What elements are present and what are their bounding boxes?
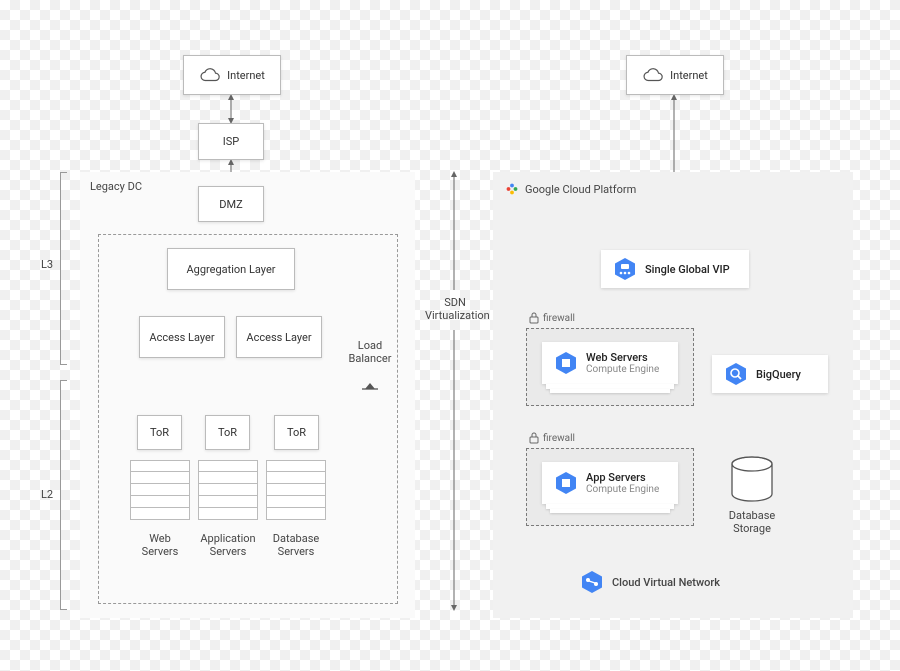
aggregation-box: Aggregation Layer — [167, 248, 295, 290]
firewall2-label: firewall — [543, 433, 575, 444]
web-servers-stack — [130, 460, 190, 520]
tor-2: ToR — [205, 415, 250, 450]
isp-box: ISP — [198, 123, 264, 160]
firewall1-label: firewall — [543, 313, 575, 324]
l2-bracket — [60, 380, 61, 610]
cloud-virtual-network: Cloud Virtual Network — [580, 570, 720, 594]
legacy-dc-label: Legacy DC — [90, 180, 142, 193]
bigquery-label: BigQuery — [756, 368, 801, 381]
firewall-2-header: firewall — [529, 432, 575, 444]
cloud-icon — [199, 67, 221, 83]
aggregation-label: Aggregation Layer — [186, 263, 275, 276]
internet-box-left: Internet — [183, 55, 281, 95]
vip-label: Single Global VIP — [645, 263, 730, 276]
compute-engine-hex-icon — [554, 351, 578, 375]
db-servers-stack — [266, 460, 326, 520]
load-balancer-label: Load Balancer — [340, 339, 400, 365]
web-servers-gcp-stack: Web Servers Compute Engine — [542, 342, 678, 393]
access2-label: Access Layer — [246, 331, 311, 344]
db-storage-group: Database Storage — [722, 456, 782, 535]
gcp-header: Google Cloud Platform — [505, 182, 636, 196]
firewall-1-header: firewall — [529, 312, 575, 324]
tor1-label: ToR — [150, 426, 169, 439]
l3-bracket — [60, 172, 61, 365]
vpc-hex-icon — [580, 570, 604, 594]
tor-3: ToR — [274, 415, 319, 450]
access-layer-2: Access Layer — [236, 316, 322, 358]
web-servers-label: Web Servers — [130, 532, 190, 558]
dmz-box: DMZ — [198, 186, 264, 222]
cvn-label: Cloud Virtual Network — [612, 576, 720, 589]
web-servers-sub: Compute Engine — [586, 364, 659, 375]
dmz-label: DMZ — [219, 198, 242, 211]
internet-right-label: Internet — [670, 69, 708, 82]
compute-engine-hex-icon — [554, 471, 578, 495]
l3-label: L3 — [41, 258, 53, 271]
l2-label: L2 — [41, 488, 53, 501]
database-icon — [727, 456, 777, 504]
sdn-label: SDN Virtualization — [425, 296, 485, 322]
app-servers-gcp-stack: App Servers Compute Engine — [542, 462, 678, 513]
internet-label: Internet — [227, 69, 265, 82]
app-servers-title: App Servers — [586, 471, 646, 484]
load-balancer-group: Load Balancer — [340, 326, 400, 393]
tor2-label: ToR — [218, 426, 237, 439]
app-servers-stack — [198, 460, 258, 520]
db-storage-label: Database Storage — [722, 509, 782, 535]
web-servers-title: Web Servers — [586, 351, 648, 364]
load-balancer-icon — [361, 380, 379, 390]
db-servers-label: Database Servers — [266, 532, 326, 558]
gcp-label: Google Cloud Platform — [525, 183, 636, 196]
access1-label: Access Layer — [149, 331, 214, 344]
tor-1: ToR — [137, 415, 182, 450]
cloud-icon — [642, 67, 664, 83]
load-balancer-hex-icon — [613, 257, 637, 281]
single-global-vip: Single Global VIP — [601, 250, 749, 288]
app-servers-label: Application Servers — [198, 532, 258, 558]
lock-icon — [529, 432, 539, 444]
bigquery-hex-icon — [724, 362, 748, 386]
gcp-logo-icon — [505, 182, 519, 196]
tor3-label: ToR — [287, 426, 306, 439]
bigquery-box: BigQuery — [712, 355, 828, 393]
access-layer-1: Access Layer — [139, 316, 225, 358]
internet-box-right: Internet — [626, 55, 724, 95]
isp-label: ISP — [223, 135, 239, 148]
lock-icon — [529, 312, 539, 324]
app-servers-sub: Compute Engine — [586, 484, 659, 495]
